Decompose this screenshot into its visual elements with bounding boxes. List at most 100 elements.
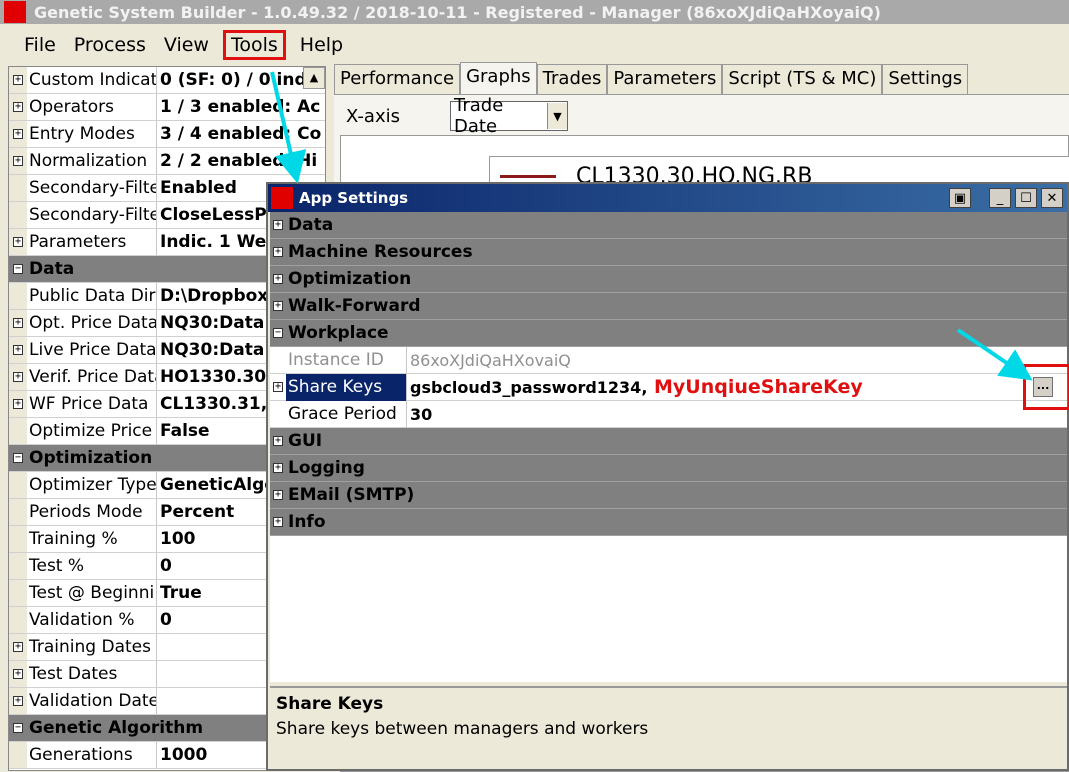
expand-icon[interactable]: + [13,696,23,706]
maximize-icon[interactable]: ☐ [1015,188,1037,208]
tab-parameters[interactable]: Parameters [607,64,723,94]
share-keys-field[interactable]: gsbcloud3_password1234, MyUnqiueShareKey… [407,374,1067,401]
expander-cell[interactable]: + [9,688,27,714]
expander-cell[interactable]: + [9,337,27,363]
expander-cell[interactable]: + [9,391,27,417]
tab-script-ts-mc[interactable]: Script (TS & MC) [722,64,883,94]
settings-category-row[interactable]: + Data [270,212,1067,239]
expander-cell[interactable]: − [270,320,286,347]
expander-cell[interactable]: + [270,266,286,293]
expander-cell[interactable]: + [9,148,27,174]
expander-cell[interactable]: − [9,715,27,741]
settings-property-row[interactable]: Grace Period 30 [270,400,1067,428]
expand-icon[interactable]: + [13,318,23,328]
expander-cell[interactable]: + [9,310,27,336]
menu-tools[interactable]: Tools [222,30,286,60]
expander-cell[interactable]: + [9,67,27,93]
expander-cell[interactable]: + [9,229,27,255]
expander-cell[interactable] [9,580,27,606]
expander-cell[interactable] [9,472,27,498]
grid-property-row[interactable]: + Custom Indicat 0 (SF: 0) / 0 indica [9,67,325,94]
expand-icon[interactable]: + [13,156,23,166]
expander-cell[interactable]: + [270,509,286,536]
expand-icon[interactable]: + [273,517,283,527]
expand-icon[interactable]: + [13,669,23,679]
expander-cell[interactable] [270,347,286,374]
close-icon[interactable]: ✕ [1041,188,1063,208]
settings-category-row[interactable]: + Optimization [270,266,1067,293]
expander-cell[interactable]: + [270,374,286,401]
settings-category-row[interactable]: + Walk-Forward [270,293,1067,320]
minimize-icon[interactable]: _ [989,188,1011,208]
restore-icon[interactable]: ▣ [949,188,971,208]
expander-cell[interactable]: + [270,293,286,320]
settings-property-row[interactable]: + Share Keys gsbcloud3_password1234, MyUnq… [270,373,1067,401]
expander-cell[interactable] [9,499,27,525]
grid-property-row[interactable]: + Normalization 2 / 2 enabled: Hi [9,148,325,175]
expand-icon[interactable]: + [13,399,23,409]
expand-icon[interactable]: + [273,382,283,392]
expand-icon[interactable]: + [273,436,283,446]
expand-icon[interactable]: + [13,345,23,355]
settings-category-row[interactable]: + Logging [270,455,1067,482]
expander-cell[interactable] [270,401,286,428]
expander-cell[interactable]: + [9,634,27,660]
property-value[interactable]: 0 (SF: 0) / 0 indica [157,70,325,90]
xaxis-dropdown[interactable]: Trade Date ▼ [450,95,568,137]
expand-icon[interactable]: + [13,102,23,112]
tab-settings[interactable]: Settings [882,64,969,94]
collapse-icon[interactable]: − [273,328,283,338]
dropdown-arrow-icon[interactable]: ▼ [547,103,567,129]
expand-icon[interactable]: + [13,129,23,139]
collapse-icon[interactable]: − [13,723,23,733]
settings-category-row[interactable]: − Workplace [270,320,1067,347]
settings-category-row[interactable]: + EMail (SMTP) [270,482,1067,509]
tab-trades[interactable]: Trades [536,64,608,94]
expander-cell[interactable] [9,526,27,552]
expander-cell[interactable]: + [9,661,27,687]
settings-category-row[interactable]: + Info [270,509,1067,536]
expand-icon[interactable]: + [13,372,23,382]
expander-cell[interactable]: + [9,121,27,147]
expand-icon[interactable]: + [13,642,23,652]
expander-cell[interactable] [9,418,27,444]
expander-cell[interactable]: − [9,256,27,282]
settings-category-row[interactable]: + GUI [270,428,1067,455]
menu-process[interactable]: Process [68,32,152,58]
expand-icon[interactable]: + [273,463,283,473]
expander-cell[interactable] [9,283,27,309]
expand-icon[interactable]: + [13,237,23,247]
settings-property-row[interactable]: Instance ID 86xoXJdiQaHXovaiQ [270,346,1067,374]
menu-help[interactable]: Help [294,32,349,58]
tab-graphs[interactable]: Graphs [460,62,537,94]
scroll-up-button[interactable]: ▲ [303,67,325,89]
expander-cell[interactable] [9,607,27,633]
expander-cell[interactable]: − [9,445,27,471]
expander-cell[interactable]: + [270,212,286,239]
menu-file[interactable]: File [18,32,62,58]
expander-cell[interactable]: + [270,455,286,482]
expand-icon[interactable]: + [273,490,283,500]
expander-cell[interactable] [9,742,27,768]
expand-icon[interactable]: + [273,220,283,230]
expander-cell[interactable] [9,175,27,201]
property-value[interactable]: 3 / 4 enabled: Co [157,124,325,144]
expander-cell[interactable]: + [270,428,286,455]
expand-icon[interactable]: + [273,274,283,284]
tab-performance[interactable]: Performance [334,64,461,94]
dialog-titlebar[interactable]: App Settings ▣ _ ☐ ✕ [268,184,1067,212]
collapse-icon[interactable]: − [13,264,23,274]
grid-property-row[interactable]: + Operators 1 / 3 enabled: Ac [9,94,325,121]
settings-category-row[interactable]: + Machine Resources [270,239,1067,266]
expander-cell[interactable] [9,202,27,228]
expand-icon[interactable]: + [273,301,283,311]
grid-property-row[interactable]: + Entry Modes 3 / 4 enabled: Co [9,121,325,148]
property-value[interactable]: 1 / 3 enabled: Ac [157,97,325,117]
settings-property-grid[interactable]: + Data + Machine Resources + Optimization + Wal… [270,212,1067,682]
expander-cell[interactable]: + [9,364,27,390]
expand-icon[interactable]: + [13,75,23,85]
expander-cell[interactable]: + [270,239,286,266]
menu-view[interactable]: View [158,32,215,58]
property-value[interactable]: 30 [407,401,1067,428]
expander-cell[interactable] [9,553,27,579]
